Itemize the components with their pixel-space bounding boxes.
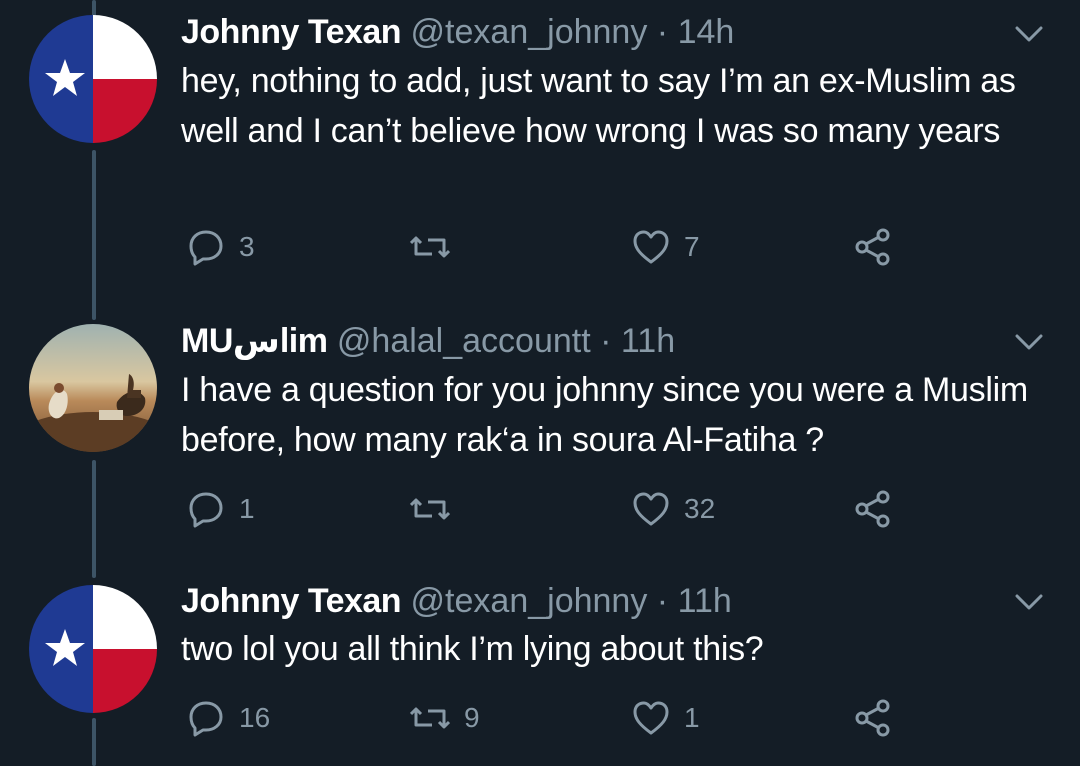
share-icon	[855, 699, 890, 737]
tweet-header: Johnny Texan @texan_johnny · 11h	[181, 581, 732, 621]
retweet-button[interactable]	[410, 222, 464, 272]
reply-button[interactable]: 1	[187, 484, 255, 534]
reply-button[interactable]: 3	[187, 222, 255, 272]
reply-count: 3	[239, 231, 255, 262]
like-count: 7	[684, 231, 700, 262]
timestamp[interactable]: 11h	[678, 582, 732, 620]
chevron-down-icon[interactable]	[1014, 592, 1044, 612]
retweet-icon	[410, 707, 450, 729]
handle[interactable]: @halal_accountt	[337, 322, 591, 360]
separator: ·	[656, 582, 669, 620]
tweet-header: MUسlim @halal_accountt · 11h	[181, 321, 675, 361]
tweet-text: I have a question for you johnny since y…	[181, 371, 1028, 459]
timestamp[interactable]: 14h	[678, 13, 735, 51]
reply-count: 1	[239, 493, 255, 524]
tweet-text: two lol you all think I’m lying about th…	[181, 630, 764, 668]
timestamp[interactable]: 11h	[621, 322, 675, 360]
avatar[interactable]	[29, 15, 157, 143]
share-icon	[855, 228, 890, 266]
tweet-text: hey, nothing to add, just want to say I’…	[181, 62, 1016, 150]
like-count: 32	[684, 493, 716, 524]
chevron-down-icon[interactable]	[1014, 24, 1044, 44]
like-button[interactable]: 7	[632, 222, 700, 272]
display-name[interactable]: MUسlim	[181, 322, 328, 360]
reply-count: 16	[239, 702, 271, 733]
tweet-header: Johnny Texan @texan_johnny · 14h	[181, 12, 734, 52]
heart-icon	[633, 492, 669, 526]
handle[interactable]: @texan_johnny	[411, 582, 648, 620]
separator: ·	[656, 13, 669, 51]
handle[interactable]: @texan_johnny	[411, 13, 648, 51]
retweet-icon	[410, 236, 450, 258]
reply-icon	[189, 230, 223, 266]
share-button[interactable]	[853, 693, 893, 743]
like-button[interactable]: 32	[632, 484, 715, 534]
share-button[interactable]	[853, 222, 893, 272]
retweet-button[interactable]	[410, 484, 464, 534]
avatar[interactable]	[29, 324, 157, 452]
retweet-icon	[410, 498, 450, 520]
display-name[interactable]: Johnny Texan	[181, 13, 402, 51]
heart-icon	[633, 230, 669, 264]
tweet-actions: 3 7	[0, 222, 1080, 272]
display-name[interactable]: Johnny Texan	[181, 582, 402, 620]
desert-painting-avatar	[29, 324, 157, 452]
retweet-count: 9	[464, 702, 480, 733]
like-count: 1	[684, 702, 700, 733]
retweet-button[interactable]: 9	[410, 693, 480, 743]
like-button[interactable]: 1	[632, 693, 700, 743]
reply-icon	[189, 492, 223, 528]
share-icon	[855, 490, 890, 528]
tweet-actions: 1 32	[0, 484, 1080, 534]
tweet-actions: 16 9 1	[0, 693, 1080, 743]
texas-flag-avatar	[29, 15, 157, 143]
chevron-down-icon[interactable]	[1014, 332, 1044, 352]
share-button[interactable]	[853, 484, 893, 534]
reply-button[interactable]: 16	[187, 693, 270, 743]
heart-icon	[633, 701, 669, 735]
reply-icon	[189, 701, 223, 737]
separator: ·	[600, 322, 612, 360]
